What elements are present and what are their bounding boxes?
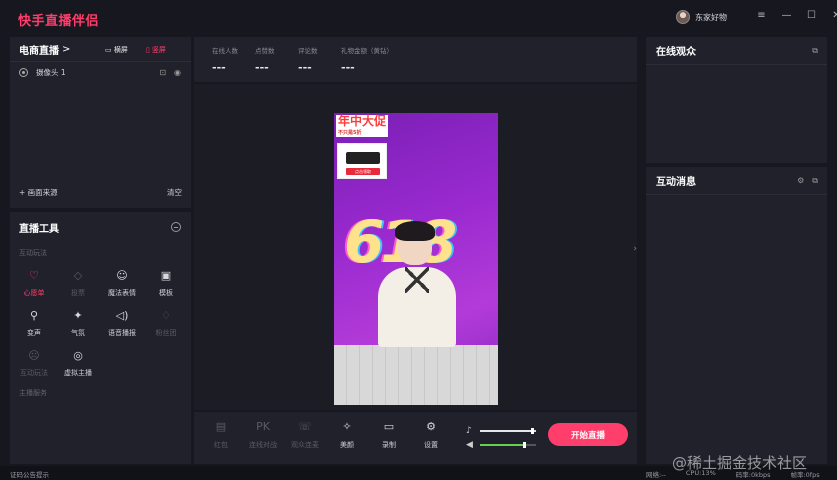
tools-header: 直播工具: [10, 212, 191, 242]
party-icon: ✦: [73, 308, 83, 322]
tool-voice-change[interactable]: ⚲ 变声: [12, 308, 56, 338]
virtual-anchor-icon: ◎: [73, 348, 83, 362]
promo-badge: 年中大促 不只是5折: [336, 114, 388, 137]
close-icon[interactable]: ✕: [831, 10, 837, 21]
landscape-mode-button[interactable]: ▭ 横屏: [105, 45, 128, 55]
volume-icon[interactable]: ◀: [466, 440, 476, 450]
user-account[interactable]: 东家好物: [676, 10, 727, 24]
mic-link-button[interactable]: ☏ 观众连麦: [284, 420, 326, 450]
speaker-volume-slider[interactable]: [480, 442, 536, 448]
voice-change-icon: ⚲: [29, 308, 39, 322]
vote-icon: ◇: [73, 268, 83, 282]
magic-face-icon: ☺: [116, 268, 128, 282]
bottom-toolbar: ▤ 红包 PK 连线对战 ☏ 观众连麦 ✧ 美颜 ▭ 录制 ⚙ 设置 ♪ ◀ 开…: [194, 412, 637, 464]
source-label: 摄像头 1: [36, 68, 66, 77]
settings-icon[interactable]: ⚙: [797, 176, 804, 186]
mic-muted-icon[interactable]: ♪: [466, 426, 476, 436]
tool-wishlist[interactable]: ♡ 心愿单: [12, 268, 56, 298]
mic-link-icon: ☏: [298, 420, 312, 433]
clear-button[interactable]: 清空: [167, 187, 182, 198]
lock-icon[interactable]: ⊡: [159, 68, 166, 77]
beauty-button[interactable]: ✧ 美颜: [326, 420, 368, 450]
messages-title: 互动消息: [656, 177, 696, 188]
gift-heart-icon: ♡: [29, 268, 39, 282]
popout-icon[interactable]: ⧉: [812, 176, 818, 186]
source-item[interactable]: 摄像头 1 ⊡ ◉: [10, 62, 191, 83]
title-bar: 快手直播伴侣 东家好物 ≡ — ☐ ✕: [0, 0, 837, 35]
fan-club-icon: ♢: [161, 308, 171, 322]
stage-floor: [334, 345, 498, 405]
messages-panel: 互动消息 ⚙ ⧉: [646, 167, 827, 464]
beauty-icon: ✧: [342, 420, 352, 433]
speaker-icon: ◁): [115, 308, 129, 322]
stat-comments: 评论数 ---: [298, 47, 318, 74]
tool-magic-face[interactable]: ☺ 魔法表情: [100, 268, 144, 298]
scene-panel: 电商直播 > ▭ 横屏 ▯ 竖屏 摄像头 1 ⊡ ◉ + 画面来源 清空 ⌃: [10, 37, 191, 247]
collapse-icon[interactable]: [171, 222, 181, 232]
start-live-button[interactable]: 开始直播: [548, 423, 628, 446]
tool-template[interactable]: ▣ 模板: [144, 268, 188, 298]
minimize-icon[interactable]: —: [781, 10, 792, 21]
tools-panel: 直播工具 互动玩法 ♡ 心愿单 ◇ 投票 ☺ 魔法表情 ▣ 模板 ⚲ 变声 ✦ …: [10, 212, 191, 464]
stat-online: 在线人数 ---: [212, 47, 238, 74]
app-title: 快手直播伴侣: [18, 14, 100, 29]
record-icon: ▭: [383, 420, 395, 433]
scene-title[interactable]: 电商直播: [19, 42, 59, 57]
portrait-mode-button[interactable]: ▯ 竖屏: [146, 45, 166, 55]
tool-voice-broadcast[interactable]: ◁) 语音播报: [100, 308, 144, 338]
settings-icon: ⚙: [426, 420, 436, 433]
scene-header: 电商直播 > ▭ 横屏 ▯ 竖屏: [10, 37, 191, 62]
window-controls: ≡ — ☐ ✕: [756, 10, 837, 21]
pk-button[interactable]: PK 连线对战: [242, 420, 284, 450]
video-canvas: 年中大促 不只是5折 点击领取 618 ›: [194, 84, 637, 410]
tool-grid: ♡ 心愿单 ◇ 投票 ☺ 魔法表情 ▣ 模板 ⚲ 变声 ✦ 气氛 ◁) 语音播报…: [10, 264, 191, 382]
tool-interactive-game[interactable]: ☹ 互动玩法: [12, 348, 56, 378]
chevron-right-icon[interactable]: >: [62, 44, 70, 55]
volume-controls: ♪ ◀: [466, 424, 536, 452]
template-icon: ▣: [160, 268, 172, 282]
stat-gift-amount: 礼物金额（黄钻） ---: [341, 47, 393, 74]
source-footer: + 画面来源 清空: [19, 187, 182, 198]
orientation-switch: ▭ 横屏 ▯ 竖屏: [105, 45, 166, 55]
eye-icon[interactable]: ◉: [174, 68, 181, 77]
maximize-icon[interactable]: ☐: [806, 10, 817, 21]
tool-party[interactable]: ✦ 气氛: [56, 308, 100, 338]
camera-icon: [19, 68, 28, 77]
add-source-button[interactable]: + 画面来源: [19, 187, 58, 198]
stream-preview[interactable]: 年中大促 不只是5折 点击领取 618: [334, 113, 498, 405]
record-button[interactable]: ▭ 录制: [368, 420, 410, 450]
mic-volume-slider[interactable]: [480, 428, 536, 434]
game-icon: ☹: [28, 348, 40, 362]
user-name[interactable]: 东家好物: [695, 12, 727, 23]
avatar[interactable]: [676, 10, 690, 24]
stats-bar: 在线人数 --- 点赞数 --- 评论数 --- 礼物金额（黄钻） ---: [194, 37, 637, 82]
tool-virtual-anchor[interactable]: ◎ 虚拟主播: [56, 348, 100, 378]
popout-icon[interactable]: ⧉: [812, 46, 818, 56]
tool-vote[interactable]: ◇ 投票: [56, 268, 100, 298]
red-packet-icon: ▤: [215, 420, 227, 433]
tool-fan-club[interactable]: ♢ 粉丝团: [144, 308, 188, 338]
menu-icon[interactable]: ≡: [756, 10, 767, 21]
pk-icon: PK: [256, 420, 270, 433]
section-interactive: 互动玩法: [19, 249, 47, 257]
red-packet-button[interactable]: ▤ 红包: [200, 420, 242, 450]
expand-right-icon[interactable]: ›: [633, 244, 637, 254]
online-viewers-panel: 在线观众 ⧉: [646, 37, 827, 163]
status-network: 网络:--: [646, 471, 666, 479]
watermark: @稀土掘金技术社区: [672, 454, 808, 472]
section-anchor-service: 主播服务: [19, 389, 47, 397]
stat-likes: 点赞数 ---: [255, 47, 275, 74]
status-notice[interactable]: 证码公告提示: [10, 469, 49, 479]
tmall-card: 点击领取: [337, 143, 387, 179]
online-viewers-title: 在线观众: [656, 47, 696, 58]
settings-button[interactable]: ⚙ 设置: [410, 420, 452, 450]
presenter: [378, 221, 456, 347]
tools-title: 直播工具: [19, 223, 59, 235]
promo-card-button: 点击领取: [346, 168, 380, 175]
tmall-cat-logo: [346, 152, 380, 164]
